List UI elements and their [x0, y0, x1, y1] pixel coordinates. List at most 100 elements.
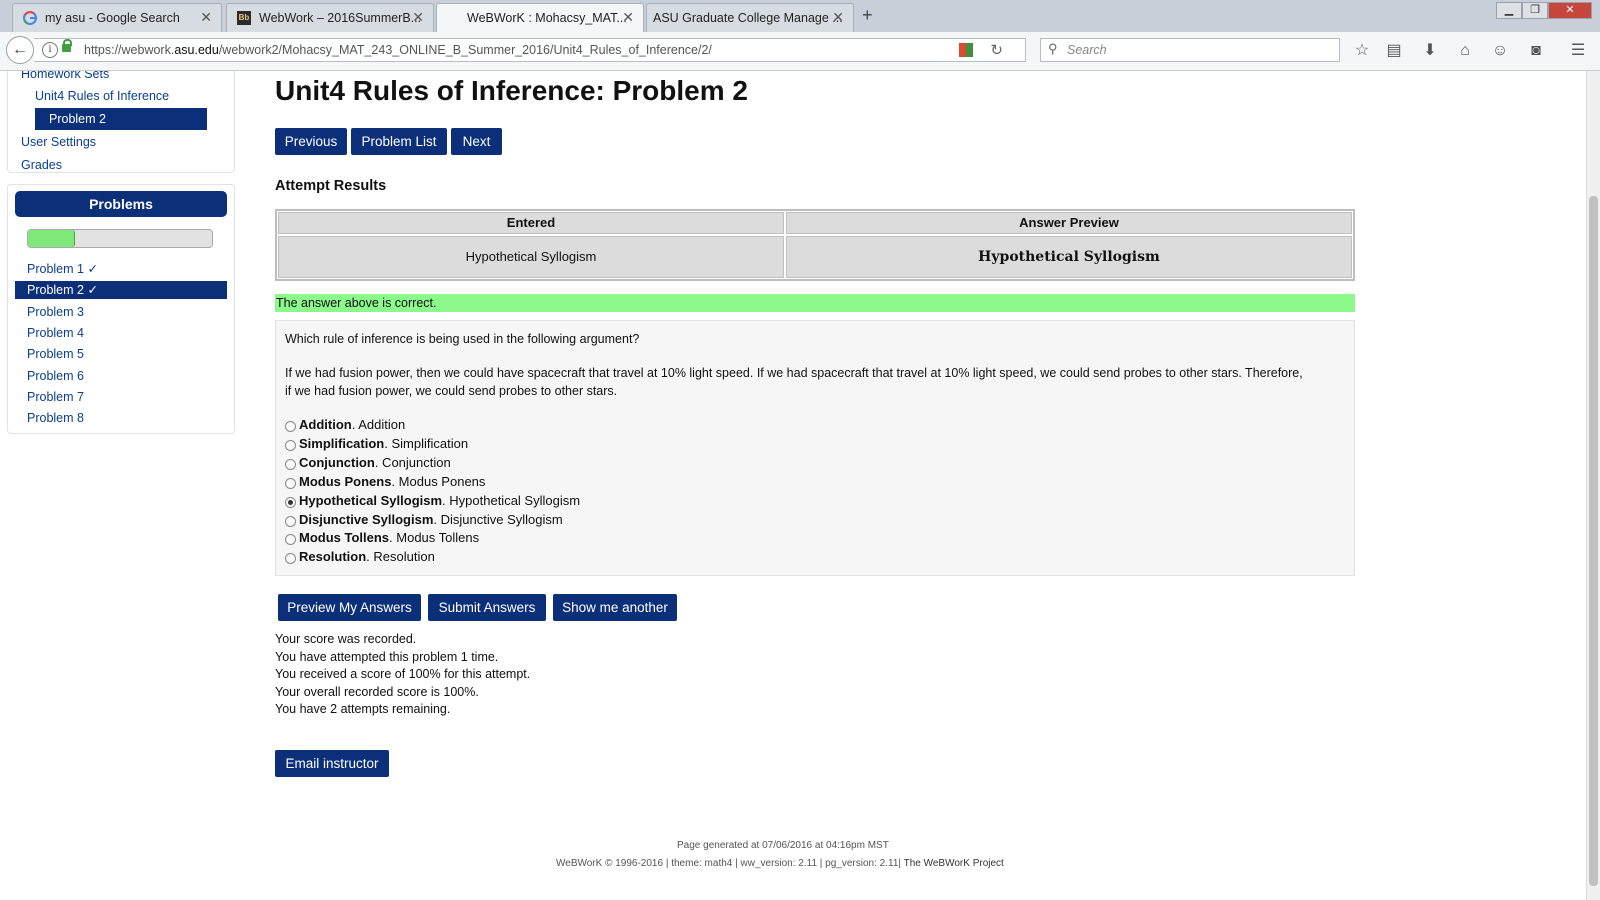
radio-button[interactable]	[285, 439, 296, 451]
problem-link-6[interactable]: Problem 6	[15, 367, 227, 385]
option-name: Modus Ponens	[299, 473, 392, 489]
problem-link-5[interactable]: Problem 5	[15, 345, 227, 363]
col-header-answer-preview: Answer Preview	[786, 212, 1352, 234]
home-icon[interactable]: ⌂	[1455, 41, 1475, 61]
option-label: . Conjunction	[374, 454, 451, 470]
option-label: . Disjunctive Syllogism	[433, 511, 563, 527]
option-name: Conjunction	[299, 454, 375, 470]
nav-grades[interactable]: Grades	[21, 158, 62, 172]
score-message: Your overall recorded score is 100%.	[275, 684, 479, 699]
problem-list-button[interactable]: Problem List	[351, 128, 447, 155]
close-tab-icon[interactable]: ✕	[412, 9, 424, 26]
progress-fill	[28, 230, 75, 247]
question-text: Which rule of inference is being used in…	[285, 332, 640, 346]
page-content: Homework Sets Unit4 Rules of Inference P…	[0, 71, 1586, 900]
radio-button[interactable]	[285, 553, 296, 565]
nav-user-settings[interactable]: User Settings	[21, 135, 96, 149]
submit-answers-button[interactable]: Submit Answers	[428, 594, 546, 621]
problem-link-1[interactable]: Problem 1 ✓	[15, 260, 227, 278]
site-info-icon[interactable]: i	[42, 42, 58, 58]
tab-title: WeBWorK : Mohacsy_MAT...	[467, 11, 627, 25]
answer-option[interactable]: Conjunction. Conjunction	[285, 455, 451, 470]
search-input[interactable]: ⚲ Search	[1040, 38, 1340, 62]
reading-list-icon[interactable]: ▤	[1384, 41, 1404, 61]
chat-icon[interactable]: ☺	[1490, 41, 1510, 61]
answer-option[interactable]: Resolution. Resolution	[285, 549, 435, 565]
progress-bar	[27, 229, 213, 248]
footer-credits: WeBWorK © 1996-2016 | theme: math4 | ww_…	[556, 858, 1004, 869]
option-label: . Modus Tollens	[389, 530, 480, 546]
tab-google-search[interactable]: my asu - Google Search ✕	[12, 3, 222, 32]
radio-button[interactable]	[285, 496, 296, 508]
attempt-results-table: Entered Answer Preview Hypothetical Syll…	[275, 209, 1355, 281]
tab-bar: my asu - Google Search ✕ Bb WebWork – 20…	[0, 0, 1600, 33]
vertical-scrollbar[interactable]	[1586, 71, 1600, 900]
search-placeholder: Search	[1067, 43, 1107, 57]
option-name: Resolution	[299, 549, 367, 565]
nav-homework-sets[interactable]: Homework Sets	[21, 71, 109, 81]
webwork-project-link[interactable]: The WeBWorK Project	[904, 858, 1004, 869]
problem-link-7[interactable]: Problem 7	[15, 388, 227, 406]
option-name: Disjunctive Syllogism	[299, 511, 434, 527]
radio-button[interactable]	[285, 534, 296, 546]
radio-button[interactable]	[285, 458, 296, 470]
close-tab-icon[interactable]: ✕	[622, 9, 634, 26]
option-name: Modus Tollens	[299, 530, 390, 546]
answer-option[interactable]: Disjunctive Syllogism. Disjunctive Syllo…	[285, 512, 563, 527]
option-name: Addition	[299, 417, 352, 432]
problem-link-4[interactable]: Problem 4	[15, 324, 227, 342]
score-message: Your score was recorded.	[275, 632, 417, 646]
answer-option[interactable]: Addition. Addition	[285, 417, 405, 432]
nav-problem-2[interactable]: Problem 2	[35, 108, 207, 130]
radio-button[interactable]	[285, 477, 296, 489]
restore-icon[interactable]: ❐	[1522, 2, 1548, 19]
problem-link-2[interactable]: Problem 2 ✓	[15, 281, 227, 300]
answer-option[interactable]: Hypothetical Syllogism. Hypothetical Syl…	[285, 493, 580, 508]
close-tab-icon[interactable]: ✕	[832, 9, 844, 26]
next-button[interactable]: Next	[451, 128, 502, 155]
scrollbar-thumb[interactable]	[1589, 196, 1598, 886]
tab-asu-graduate[interactable]: ASU Graduate College Manage ... ✕	[646, 3, 854, 32]
email-instructor-button[interactable]: Email instructor	[275, 750, 389, 777]
problem-link-8[interactable]: Problem 8	[15, 409, 227, 427]
blackboard-icon: Bb	[237, 11, 251, 25]
radio-button[interactable]	[285, 421, 296, 432]
reload-icon[interactable]: ↻	[990, 41, 1003, 59]
download-icon[interactable]: ⬇	[1420, 41, 1440, 61]
lock-icon	[62, 39, 72, 52]
radio-button[interactable]	[285, 515, 296, 527]
attempt-results-heading: Attempt Results	[275, 178, 387, 194]
back-icon[interactable]: ←	[6, 36, 34, 64]
correct-message: The answer above is correct.	[275, 294, 1355, 312]
tab-webwork-problem[interactable]: WeBWorK : Mohacsy_MAT... ✕	[436, 3, 644, 33]
search-icon: ⚲	[1048, 41, 1058, 56]
show-me-another-button[interactable]: Show me another	[553, 594, 677, 621]
close-tab-icon[interactable]: ✕	[200, 9, 212, 26]
problems-panel: Problems Problem 1 ✓ Problem 2 ✓ Problem 3…	[7, 184, 235, 434]
col-header-entered: Entered	[278, 212, 784, 234]
pocket-icon[interactable]: ◙	[1526, 41, 1546, 61]
minimize-icon[interactable]: ▁	[1496, 2, 1522, 19]
bookmark-star-icon[interactable]: ☆	[1352, 41, 1372, 61]
answer-option[interactable]: Modus Ponens. Modus Ponens	[285, 474, 485, 489]
tab-webwork-blackboard[interactable]: Bb WebWork – 2016SummerB... ✕	[226, 3, 434, 32]
tab-title: my asu - Google Search	[45, 11, 180, 25]
new-tab-icon[interactable]: +	[862, 5, 873, 26]
tab-title: WebWork – 2016SummerB...	[259, 11, 422, 25]
url-text: https://webwork.asu.edu/webwork2/Mohacsy…	[84, 43, 712, 57]
window-close-icon[interactable]: ✕	[1548, 2, 1592, 19]
preview-answers-button[interactable]: Preview My Answers	[278, 594, 421, 621]
option-label: . Addition	[351, 417, 406, 432]
menu-icon[interactable]: ☰	[1568, 41, 1588, 61]
problem-body: Which rule of inference is being used in…	[275, 320, 1355, 576]
option-label: . Resolution	[366, 549, 435, 565]
score-message: You have 2 attempts remaining.	[275, 702, 451, 716]
address-bar[interactable]: i https://webwork.asu.edu/webwork2/Mohac…	[34, 38, 1026, 62]
nav-unit4-set[interactable]: Unit4 Rules of Inference	[35, 89, 169, 103]
problem-link-3[interactable]: Problem 3	[15, 303, 227, 321]
extension-icon[interactable]	[959, 43, 973, 57]
answer-option[interactable]: Simplification. Simplification	[285, 436, 468, 451]
option-label: . Simplification	[384, 435, 469, 451]
answer-option[interactable]: Modus Tollens. Modus Tollens	[285, 530, 480, 546]
previous-button[interactable]: Previous	[275, 128, 347, 155]
